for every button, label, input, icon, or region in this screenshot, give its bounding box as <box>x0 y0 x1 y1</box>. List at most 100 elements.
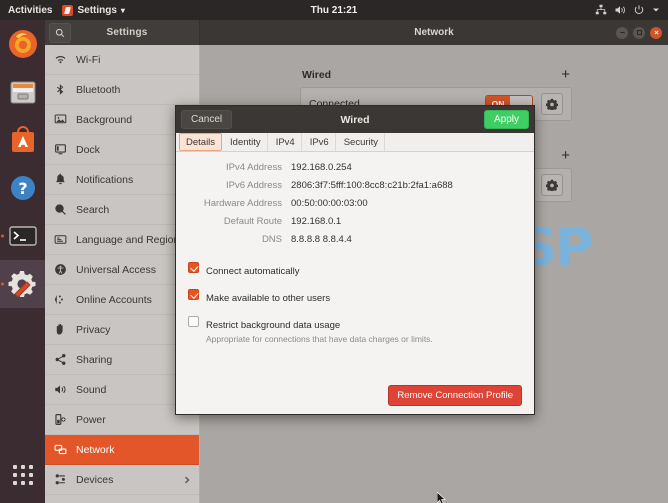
option-connect-automatically[interactable]: Connect automatically <box>188 261 534 279</box>
sidebar-item-wi-fi[interactable]: Wi-Fi <box>45 45 199 75</box>
option-text: Make available to other users <box>206 288 330 306</box>
dock-item-settings[interactable] <box>0 260 45 308</box>
maximize-icon <box>636 29 643 36</box>
checkbox[interactable] <box>188 262 199 273</box>
dialog-tabs: Details Identity IPv4 IPv6 Security <box>176 133 534 152</box>
option-restrict-background-data-usage[interactable]: Restrict background data usage Appropria… <box>188 315 534 344</box>
detail-value: 2806:3f7:5fff:100:8cc8:c21b:2fa1:a688 <box>291 180 453 191</box>
add-connection-button[interactable]: + <box>561 67 570 82</box>
option-sublabel: Appropriate for connections that have da… <box>206 334 433 344</box>
dock-item-firefox[interactable] <box>0 20 45 68</box>
sidebar-item-details[interactable]: Details <box>45 495 199 503</box>
option-text: Connect automatically <box>206 261 299 279</box>
apply-button[interactable]: Apply <box>484 110 529 129</box>
cancel-button[interactable]: Cancel <box>181 110 232 129</box>
privacy-hand-icon <box>53 323 67 336</box>
dock-item-terminal[interactable] <box>0 212 45 260</box>
tab-ipv6[interactable]: IPv6 <box>304 133 336 151</box>
status-area[interactable] <box>595 4 660 16</box>
language-icon <box>53 233 67 246</box>
detail-row-hardware-address: Hardware Address 00:50:00:00:03:00 <box>176 198 534 209</box>
app-menu-button[interactable]: Settings ▾ <box>62 5 124 16</box>
network-icon <box>53 443 67 456</box>
checkbox[interactable] <box>188 316 199 327</box>
sidebar-item-label: Wi-Fi <box>76 54 191 66</box>
dock-item-help[interactable]: ? <box>0 164 45 212</box>
show-applications-button[interactable] <box>0 455 45 495</box>
files-icon <box>7 76 39 108</box>
help-icon: ? <box>7 172 39 204</box>
dock-icon <box>53 143 67 156</box>
checkbox[interactable] <box>188 289 199 300</box>
sidebar-item-label: Network <box>76 444 191 456</box>
minimize-button[interactable] <box>616 27 628 39</box>
share-icon <box>53 353 67 366</box>
sidebar-item-devices[interactable]: Devices <box>45 465 199 495</box>
svg-text:?: ? <box>18 179 27 198</box>
close-button[interactable] <box>650 27 662 39</box>
minimize-icon <box>619 29 626 36</box>
sidebar-item-label: Dock <box>76 144 191 156</box>
sidebar-item-label: Privacy <box>76 324 191 336</box>
background-icon <box>53 113 67 126</box>
power-plug-icon <box>53 413 67 426</box>
remove-profile-area: Remove Connection Profile <box>388 385 522 406</box>
chevron-right-icon <box>183 476 191 484</box>
detail-key: IPv4 Address <box>176 162 291 173</box>
detail-row-ipv4-address: IPv4 Address 192.168.0.254 <box>176 162 534 173</box>
detail-row-ipv6-address: IPv6 Address 2806:3f7:5fff:100:8cc8:c21b… <box>176 180 534 191</box>
tab-security[interactable]: Security <box>338 133 385 151</box>
settings-gear-icon <box>7 268 39 300</box>
page-title: Network <box>200 27 668 38</box>
activities-button[interactable]: Activities <box>8 5 52 16</box>
maximize-button[interactable] <box>633 27 645 39</box>
devices-icon <box>53 473 67 486</box>
detail-key: Hardware Address <box>176 198 291 209</box>
network-wired-icon <box>595 4 607 16</box>
tab-details[interactable]: Details <box>179 133 222 151</box>
sidebar-item-label: Language and Region <box>76 234 191 246</box>
chevron-down-icon: ▾ <box>121 6 125 15</box>
option-label: Make available to other users <box>206 293 330 304</box>
connection-settings-button[interactable] <box>541 174 563 196</box>
search-icon <box>53 203 67 216</box>
detail-value: 192.168.0.1 <box>291 216 341 227</box>
volume-icon <box>614 4 626 16</box>
running-indicator <box>1 235 4 238</box>
option-text: Restrict background data usage Appropria… <box>206 315 433 344</box>
app-grid-icon <box>13 465 33 485</box>
ubuntu-dock: ? <box>0 20 45 503</box>
detail-value: 192.168.0.254 <box>291 162 352 173</box>
dock-item-ubuntu-software[interactable] <box>0 116 45 164</box>
sidebar-item-network[interactable]: Network <box>45 435 199 465</box>
gear-icon <box>546 98 558 110</box>
terminal-icon <box>7 220 39 252</box>
app-menu-label: Settings <box>77 5 116 16</box>
dialog-titlebar: Cancel Wired Apply <box>176 106 534 133</box>
dialog-options: Connect automatically Make available to … <box>176 261 534 344</box>
connection-settings-button[interactable] <box>541 93 563 115</box>
tab-identity[interactable]: Identity <box>224 133 268 151</box>
gear-icon <box>546 179 558 191</box>
sidebar-header: Settings <box>45 20 200 45</box>
tab-ipv4[interactable]: IPv4 <box>270 133 302 151</box>
wired-connection-dialog: Cancel Wired Apply Details Identity IPv4… <box>175 105 535 415</box>
mouse-cursor <box>437 492 447 503</box>
window-controls <box>616 27 662 39</box>
sound-icon <box>53 383 67 396</box>
desktop-screen: Activities Settings ▾ Thu 21:21 <box>0 0 668 503</box>
sidebar-item-label: Sharing <box>76 354 191 366</box>
add-connection-button[interactable]: + <box>561 148 570 163</box>
dock-item-files[interactable] <box>0 68 45 116</box>
detail-key: IPv6 Address <box>176 180 291 191</box>
detail-key: DNS <box>176 234 291 245</box>
sidebar-item-label: Background <box>76 114 191 126</box>
search-button[interactable] <box>49 23 71 43</box>
detail-key: Default Route <box>176 216 291 227</box>
firefox-icon <box>7 28 39 60</box>
sidebar-item-bluetooth[interactable]: Bluetooth <box>45 75 199 105</box>
option-make-available-to-other-users[interactable]: Make available to other users <box>188 288 534 306</box>
remove-connection-profile-button[interactable]: Remove Connection Profile <box>388 385 522 406</box>
sidebar-item-label: Power <box>76 414 191 426</box>
detail-row-dns: DNS 8.8.8.8 8.8.4.4 <box>176 234 534 245</box>
